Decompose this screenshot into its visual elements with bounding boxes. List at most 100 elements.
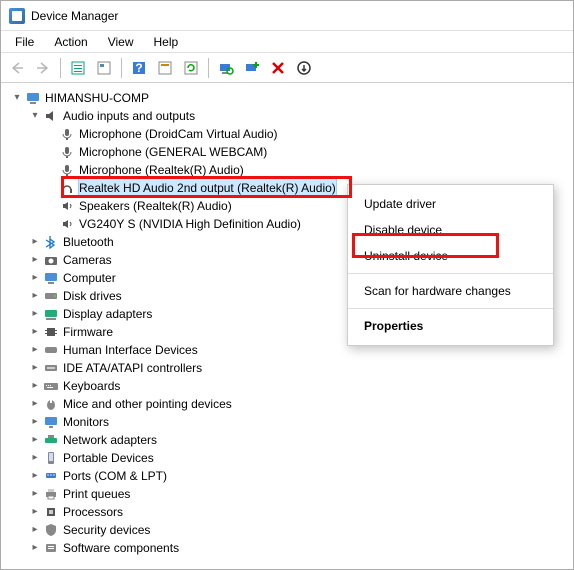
category-network[interactable]: ▸ Network adapters (7, 431, 573, 449)
node-label: Software components (63, 539, 179, 557)
device-node[interactable]: Microphone (DroidCam Virtual Audio) (7, 125, 573, 143)
help-button[interactable]: ? (127, 56, 151, 80)
category-mice[interactable]: ▸Mice and other pointing devices (7, 395, 573, 413)
node-label: Speakers (Realtek(R) Audio) (79, 197, 232, 215)
menu-file[interactable]: File (5, 32, 44, 52)
chevron-right-icon[interactable]: ▸ (29, 434, 41, 446)
hid-icon (43, 342, 59, 358)
ctx-scan-hardware[interactable]: Scan for hardware changes (348, 278, 553, 304)
ctx-separator (348, 308, 553, 309)
chevron-right-icon[interactable]: ▸ (29, 272, 41, 284)
category-keyboards[interactable]: ▸ Keyboards (7, 377, 573, 395)
remove-button[interactable] (266, 56, 290, 80)
keyboard-icon (43, 378, 59, 394)
node-label: Keyboards (63, 377, 120, 395)
chevron-right-icon[interactable]: ▸ (29, 506, 41, 518)
chevron-down-icon[interactable]: ▾ (11, 92, 23, 104)
device-node[interactable]: Microphone (GENERAL WEBCAM) (7, 143, 573, 161)
enable-button[interactable] (292, 56, 316, 80)
category-portable[interactable]: ▸Portable Devices (7, 449, 573, 467)
node-label: Realtek HD Audio 2nd output (Realtek(R) … (79, 179, 336, 197)
node-label: Print queues (63, 485, 130, 503)
toolbar-separator (121, 58, 122, 78)
node-label: Bluetooth (63, 233, 114, 251)
app-icon (9, 8, 25, 24)
back-button[interactable] (5, 56, 29, 80)
headphones-icon (59, 180, 75, 196)
node-label: Monitors (63, 413, 109, 431)
chevron-right-icon[interactable]: ▸ (29, 308, 41, 320)
chevron-right-icon[interactable]: ▸ (29, 452, 41, 464)
speaker-icon (59, 198, 75, 214)
portable-icon (43, 450, 59, 466)
toolbar-separator (60, 58, 61, 78)
ctx-separator (348, 273, 553, 274)
window-title: Device Manager (31, 9, 118, 23)
node-label: Human Interface Devices (63, 341, 198, 359)
node-label: Display adapters (63, 305, 152, 323)
category-ports[interactable]: ▸ Ports (COM & LPT) (7, 467, 573, 485)
device-node[interactable]: Microphone (Realtek(R) Audio) (7, 161, 573, 179)
menu-view[interactable]: View (98, 32, 144, 52)
properties-button[interactable] (92, 56, 116, 80)
show-hidden-button[interactable] (66, 56, 90, 80)
chevron-right-icon[interactable]: ▸ (29, 236, 41, 248)
computer-icon (43, 270, 59, 286)
chip-icon (43, 324, 59, 340)
category-printq[interactable]: ▸ Print queues (7, 485, 573, 503)
category-ide[interactable]: ▸IDE ATA/ATAPI controllers (7, 359, 573, 377)
microphone-icon (59, 162, 75, 178)
monitor-icon (43, 414, 59, 430)
category-audio[interactable]: ▾ Audio inputs and outputs (7, 107, 573, 125)
ctx-disable-device[interactable]: Disable device (348, 217, 553, 243)
chevron-right-icon[interactable]: ▸ (29, 254, 41, 266)
root-node[interactable]: ▾ HIMANSHU-COMP (7, 89, 573, 107)
ctx-properties[interactable]: Properties (348, 313, 553, 339)
node-label: Ports (COM & LPT) (63, 467, 167, 485)
svg-text:?: ? (135, 61, 142, 75)
category-processors[interactable]: ▸ Processors (7, 503, 573, 521)
microphone-icon (59, 126, 75, 142)
chevron-right-icon[interactable]: ▸ (29, 380, 41, 392)
action-button[interactable] (153, 56, 177, 80)
node-label: Network adapters (63, 431, 157, 449)
chevron-right-icon[interactable]: ▸ (29, 398, 41, 410)
port-icon (43, 468, 59, 484)
ctx-uninstall-device[interactable]: Uninstall device (348, 243, 553, 269)
titlebar: Device Manager (1, 1, 573, 31)
speaker-icon (59, 216, 75, 232)
chevron-right-icon[interactable]: ▸ (29, 290, 41, 302)
refresh-button[interactable] (179, 56, 203, 80)
node-label: Processors (63, 503, 123, 521)
chevron-right-icon[interactable]: ▸ (29, 470, 41, 482)
category-software[interactable]: ▸ Software components (7, 539, 573, 557)
microphone-icon (59, 144, 75, 160)
security-icon (43, 522, 59, 538)
toolbar-separator (208, 58, 209, 78)
chevron-right-icon[interactable]: ▸ (29, 344, 41, 356)
chevron-right-icon[interactable]: ▸ (29, 542, 41, 554)
context-menu: Update driver Disable device Uninstall d… (347, 184, 554, 346)
chevron-right-icon[interactable]: ▸ (29, 362, 41, 374)
add-legacy-button[interactable] (240, 56, 264, 80)
menu-action[interactable]: Action (44, 32, 97, 52)
toolbar: ? (1, 53, 573, 83)
chevron-right-icon[interactable]: ▸ (29, 416, 41, 428)
category-security[interactable]: ▸ Security devices (7, 521, 573, 539)
chevron-down-icon[interactable]: ▾ (29, 110, 41, 122)
ctx-update-driver[interactable]: Update driver (348, 191, 553, 217)
node-label: Security devices (63, 521, 150, 539)
node-label: Audio inputs and outputs (63, 107, 195, 125)
chevron-right-icon[interactable]: ▸ (29, 524, 41, 536)
computer-icon (25, 90, 41, 106)
category-monitors[interactable]: ▸ Monitors (7, 413, 573, 431)
menu-help[interactable]: Help (144, 32, 189, 52)
node-label: HIMANSHU-COMP (45, 89, 149, 107)
chevron-right-icon[interactable]: ▸ (29, 326, 41, 338)
scan-hardware-button[interactable] (214, 56, 238, 80)
camera-icon (43, 252, 59, 268)
forward-button[interactable] (31, 56, 55, 80)
chevron-right-icon[interactable]: ▸ (29, 488, 41, 500)
cpu-icon (43, 504, 59, 520)
node-label: Disk drives (63, 287, 122, 305)
